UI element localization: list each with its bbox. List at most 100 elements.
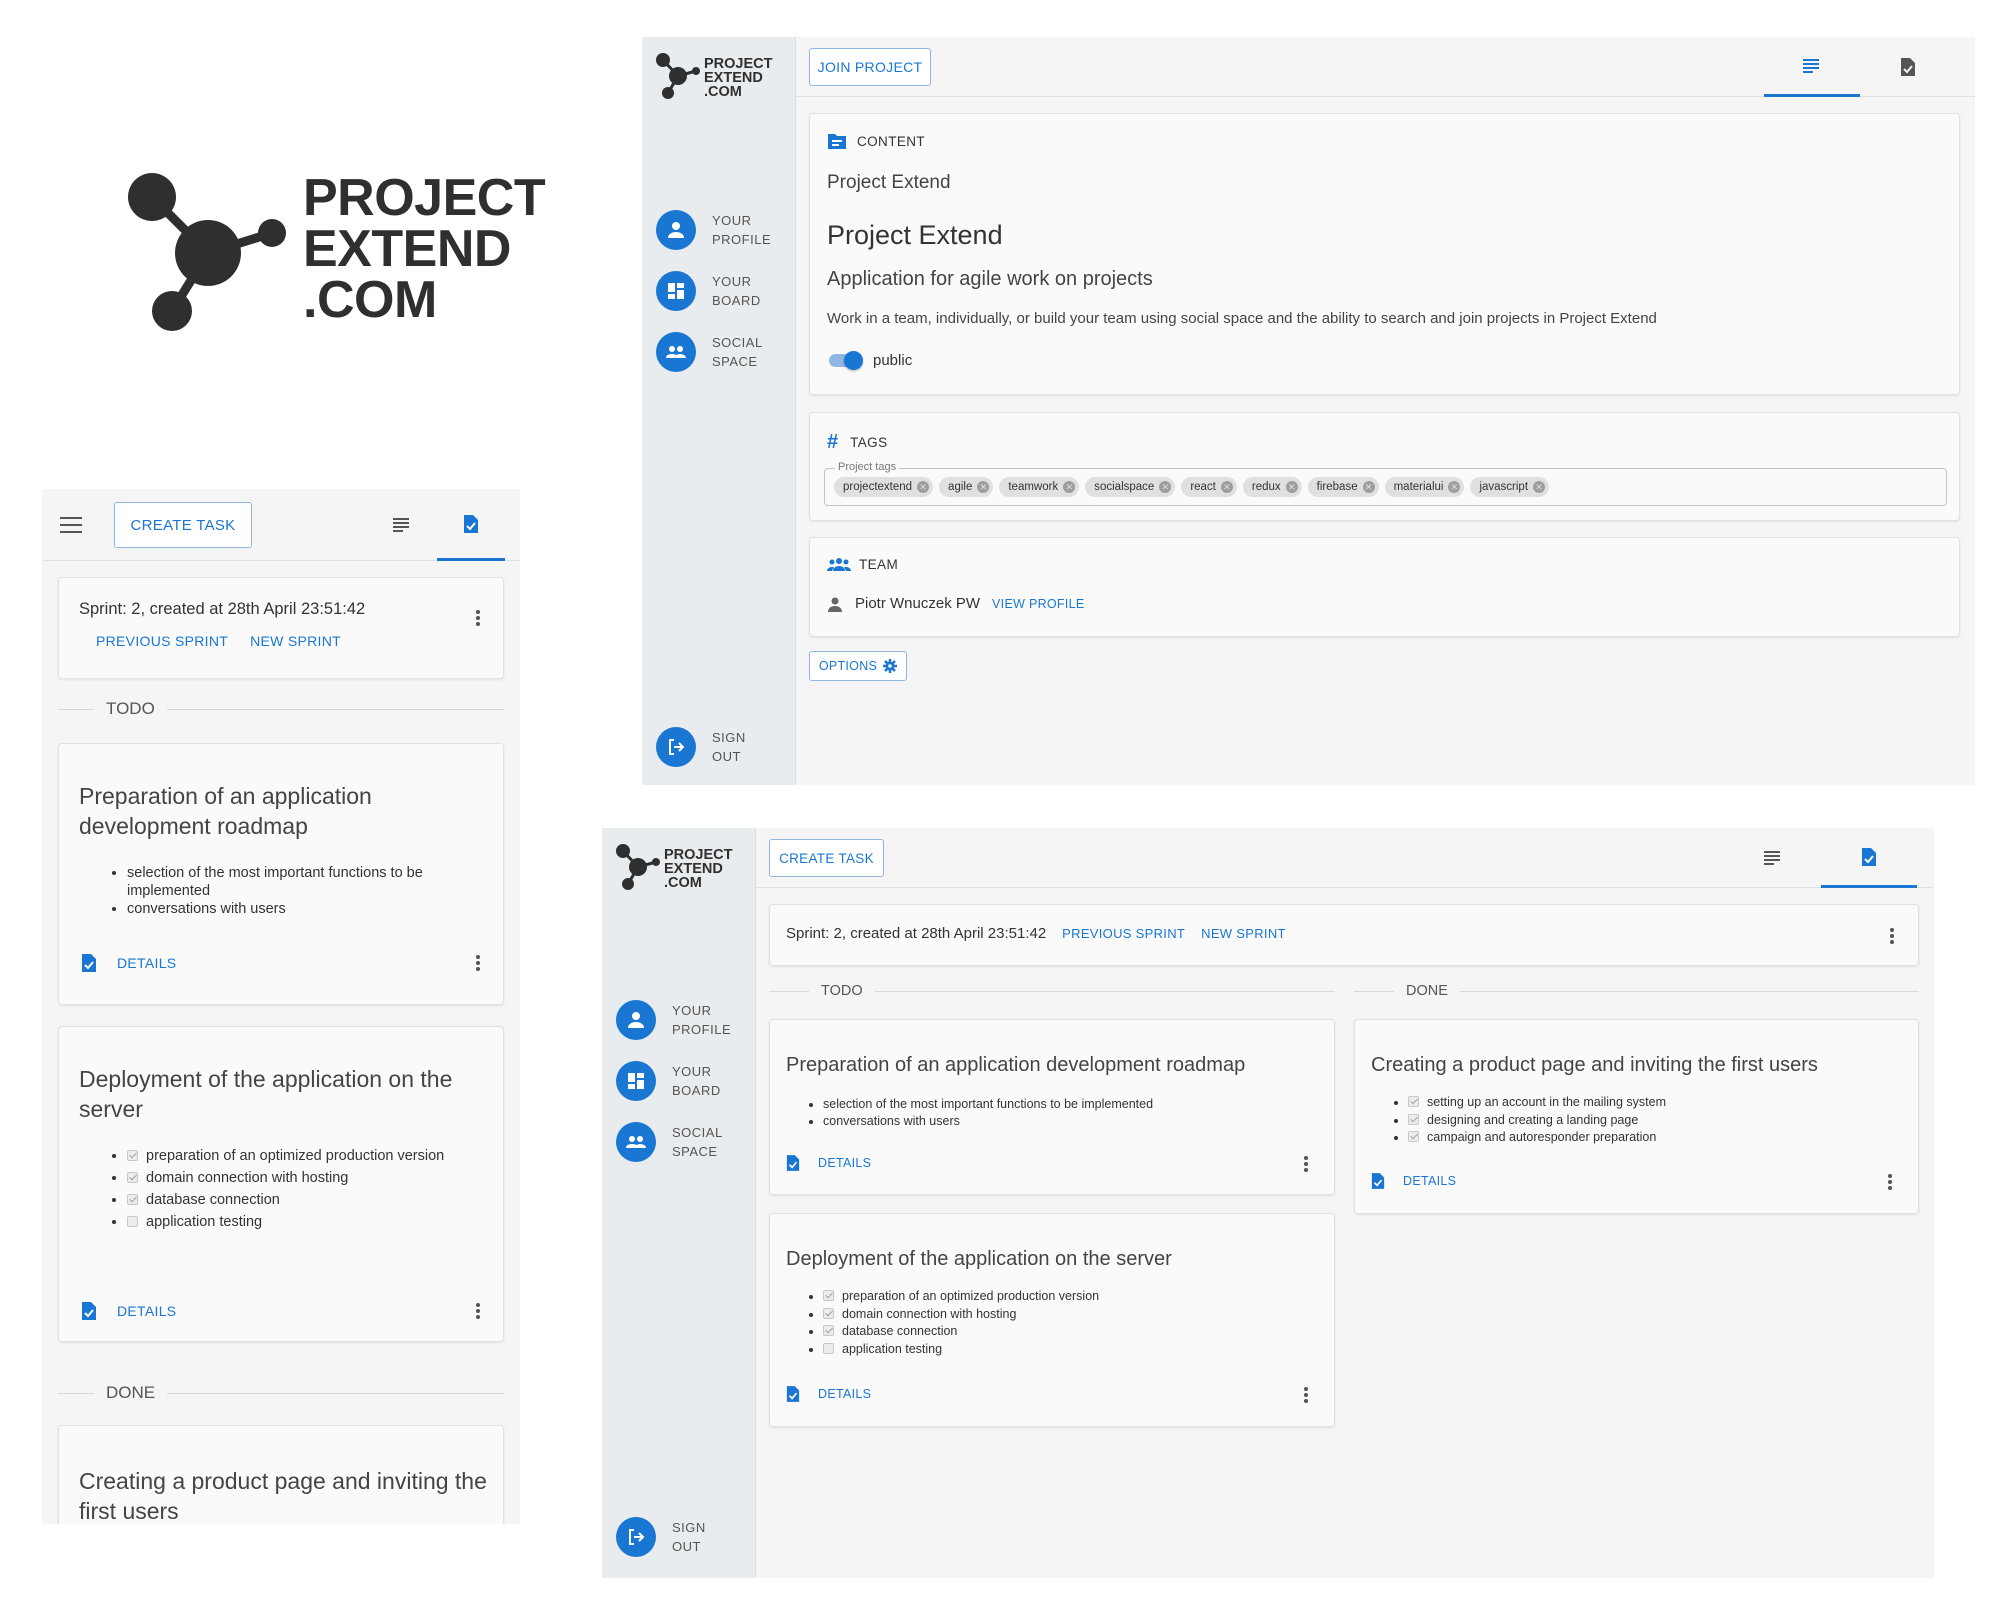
details-link[interactable]: DETAILS — [117, 1303, 176, 1319]
team-header: TEAM — [859, 556, 899, 572]
checkbox[interactable] — [1408, 1113, 1419, 1125]
task-title: Preparation of an application developmen… — [79, 783, 372, 839]
previous-sprint-link[interactable]: PREVIOUS SPRINT — [1062, 926, 1185, 941]
sprint-card: Sprint: 2, created at 28th April 23:51:4… — [769, 904, 1919, 966]
new-sprint-link[interactable]: NEW SPRINT — [250, 633, 341, 649]
sidebar: PROJECT EXTEND .COM YOUR PROFILE YOUR BOARD … — [602, 828, 756, 1578]
checkbox[interactable] — [127, 1150, 138, 1161]
checkbox[interactable] — [1408, 1096, 1419, 1107]
tag-chip[interactable]: firebase ✕ — [1307, 477, 1379, 497]
nav-your-board[interactable]: YOUR BOARD — [656, 271, 782, 311]
tab-description[interactable] — [1764, 37, 1860, 97]
tag-chip[interactable]: teamwork ✕ — [999, 477, 1080, 497]
details-link[interactable]: DETAILS — [818, 1387, 871, 1401]
remove-tag-icon[interactable]: ✕ — [1159, 481, 1172, 493]
create-task-button[interactable]: CREATE TASK — [769, 839, 884, 877]
tab-tasks[interactable] — [437, 489, 505, 561]
nav-social-space[interactable]: SOCIAL SPACE — [616, 1122, 742, 1162]
sprint-card: Sprint: 2, created at 28th April 23:51:4… — [58, 577, 504, 679]
more-vert-icon[interactable] — [476, 610, 480, 626]
tab-tasks[interactable] — [1821, 828, 1917, 888]
options-button[interactable]: OPTIONS — [809, 651, 907, 681]
remove-tag-icon[interactable]: ✕ — [1533, 481, 1546, 493]
tag-chip[interactable]: react ✕ — [1181, 477, 1237, 497]
content-card: CONTENT Project Extend Project Extend Ap… — [809, 113, 1960, 395]
nav-sign-out[interactable]: SIGN OUT — [656, 727, 782, 767]
list-item: conversations with users — [127, 900, 477, 918]
remove-tag-icon[interactable]: ✕ — [1220, 481, 1233, 493]
remove-tag-icon[interactable]: ✕ — [1362, 481, 1375, 493]
molecule-logo-icon — [616, 844, 660, 890]
details-link[interactable]: DETAILS — [1403, 1174, 1456, 1188]
hashtag-icon: # — [827, 431, 839, 453]
person-icon — [656, 210, 696, 250]
content-header: CONTENT — [857, 133, 926, 149]
logout-icon — [656, 727, 696, 767]
remove-tag-icon[interactable]: ✕ — [917, 481, 930, 493]
remove-tag-icon[interactable]: ✕ — [1448, 481, 1461, 493]
list-item: campaign and autoresponder preparation — [1408, 1129, 1888, 1147]
team-icon — [827, 558, 851, 571]
dashboard-icon — [616, 1061, 656, 1101]
gear-icon — [883, 659, 898, 673]
dashboard-icon — [656, 271, 696, 311]
remove-tag-icon[interactable]: ✕ — [1285, 481, 1298, 493]
tag-chip[interactable]: redux ✕ — [1242, 477, 1302, 497]
tag-chip[interactable]: materialui ✕ — [1384, 477, 1465, 497]
checkbox[interactable] — [823, 1342, 834, 1354]
tags-field[interactable]: Project tags projectextend ✕ agile ✕ teamwor… — [824, 461, 1947, 506]
more-vert-icon[interactable] — [1888, 1174, 1892, 1190]
checkbox[interactable] — [823, 1290, 834, 1301]
more-vert-icon[interactable] — [1304, 1156, 1308, 1172]
list-item: database connection — [823, 1323, 1303, 1341]
remove-tag-icon[interactable]: ✕ — [1063, 481, 1076, 493]
checkbox[interactable] — [127, 1216, 138, 1227]
checklist-text: database connection — [842, 1324, 958, 1338]
more-vert-icon[interactable] — [476, 955, 480, 971]
tag-label: agile — [948, 481, 973, 493]
nav-your-profile[interactable]: YOUR PROFILE — [656, 210, 782, 250]
menu-icon[interactable] — [60, 517, 82, 533]
list-item: selection of the most important function… — [127, 864, 477, 900]
nav-sign-out[interactable]: SIGN OUT — [616, 1517, 742, 1557]
tab-description[interactable] — [1725, 828, 1821, 888]
done-label: DONE — [1406, 983, 1448, 999]
join-project-button[interactable]: JOIN PROJECT — [809, 48, 931, 86]
sprint-info: Sprint: 2, created at 28th April 23:51:4… — [79, 600, 366, 618]
tag-label: redux — [1251, 481, 1281, 493]
remove-tag-icon[interactable]: ✕ — [977, 481, 990, 493]
done-divider: DONE — [58, 1383, 504, 1403]
more-vert-icon[interactable] — [1890, 928, 1894, 944]
task-file-icon — [82, 1302, 96, 1320]
tab-tasks[interactable] — [1860, 37, 1956, 97]
public-toggle[interactable] — [827, 351, 863, 370]
create-task-button[interactable]: CREATE TASK — [114, 502, 252, 548]
tab-description[interactable] — [370, 489, 434, 561]
more-vert-icon[interactable] — [476, 1303, 480, 1319]
nav-social-space[interactable]: SOCIAL SPACE — [656, 332, 782, 372]
tag-chip[interactable]: agile ✕ — [939, 477, 994, 497]
details-link[interactable]: DETAILS — [117, 955, 176, 971]
brand-logo-small: PROJECT EXTEND .COM — [654, 51, 773, 106]
checkbox[interactable] — [127, 1194, 138, 1205]
checklist-text: setting up an account in the mailing sys… — [1427, 1095, 1667, 1109]
view-profile-link[interactable]: VIEW PROFILE — [992, 597, 1085, 611]
tag-list: projectextend ✕ agile ✕ teamwork ✕ socialspace… — [834, 477, 1555, 497]
more-vert-icon[interactable] — [1304, 1387, 1308, 1403]
checkbox[interactable] — [823, 1307, 834, 1319]
checkbox[interactable] — [1408, 1131, 1419, 1142]
nav-your-board[interactable]: YOUR BOARD — [616, 1061, 742, 1101]
checkbox[interactable] — [127, 1172, 138, 1183]
list-item: application testing — [127, 1211, 467, 1233]
details-link[interactable]: DETAILS — [818, 1156, 871, 1170]
nav-your-profile[interactable]: YOUR PROFILE — [616, 1000, 742, 1040]
tag-chip[interactable]: javascript ✕ — [1470, 477, 1550, 497]
tag-chip[interactable]: projectextend ✕ — [834, 477, 934, 497]
previous-sprint-link[interactable]: PREVIOUS SPRINT — [96, 633, 228, 649]
todo-label: TODO — [821, 983, 863, 999]
checkbox[interactable] — [823, 1325, 834, 1336]
task-file-icon — [1901, 58, 1915, 76]
new-sprint-link[interactable]: NEW SPRINT — [1201, 926, 1286, 941]
tag-chip[interactable]: socialspace ✕ — [1085, 477, 1176, 497]
tag-label: teamwork — [1008, 481, 1059, 493]
